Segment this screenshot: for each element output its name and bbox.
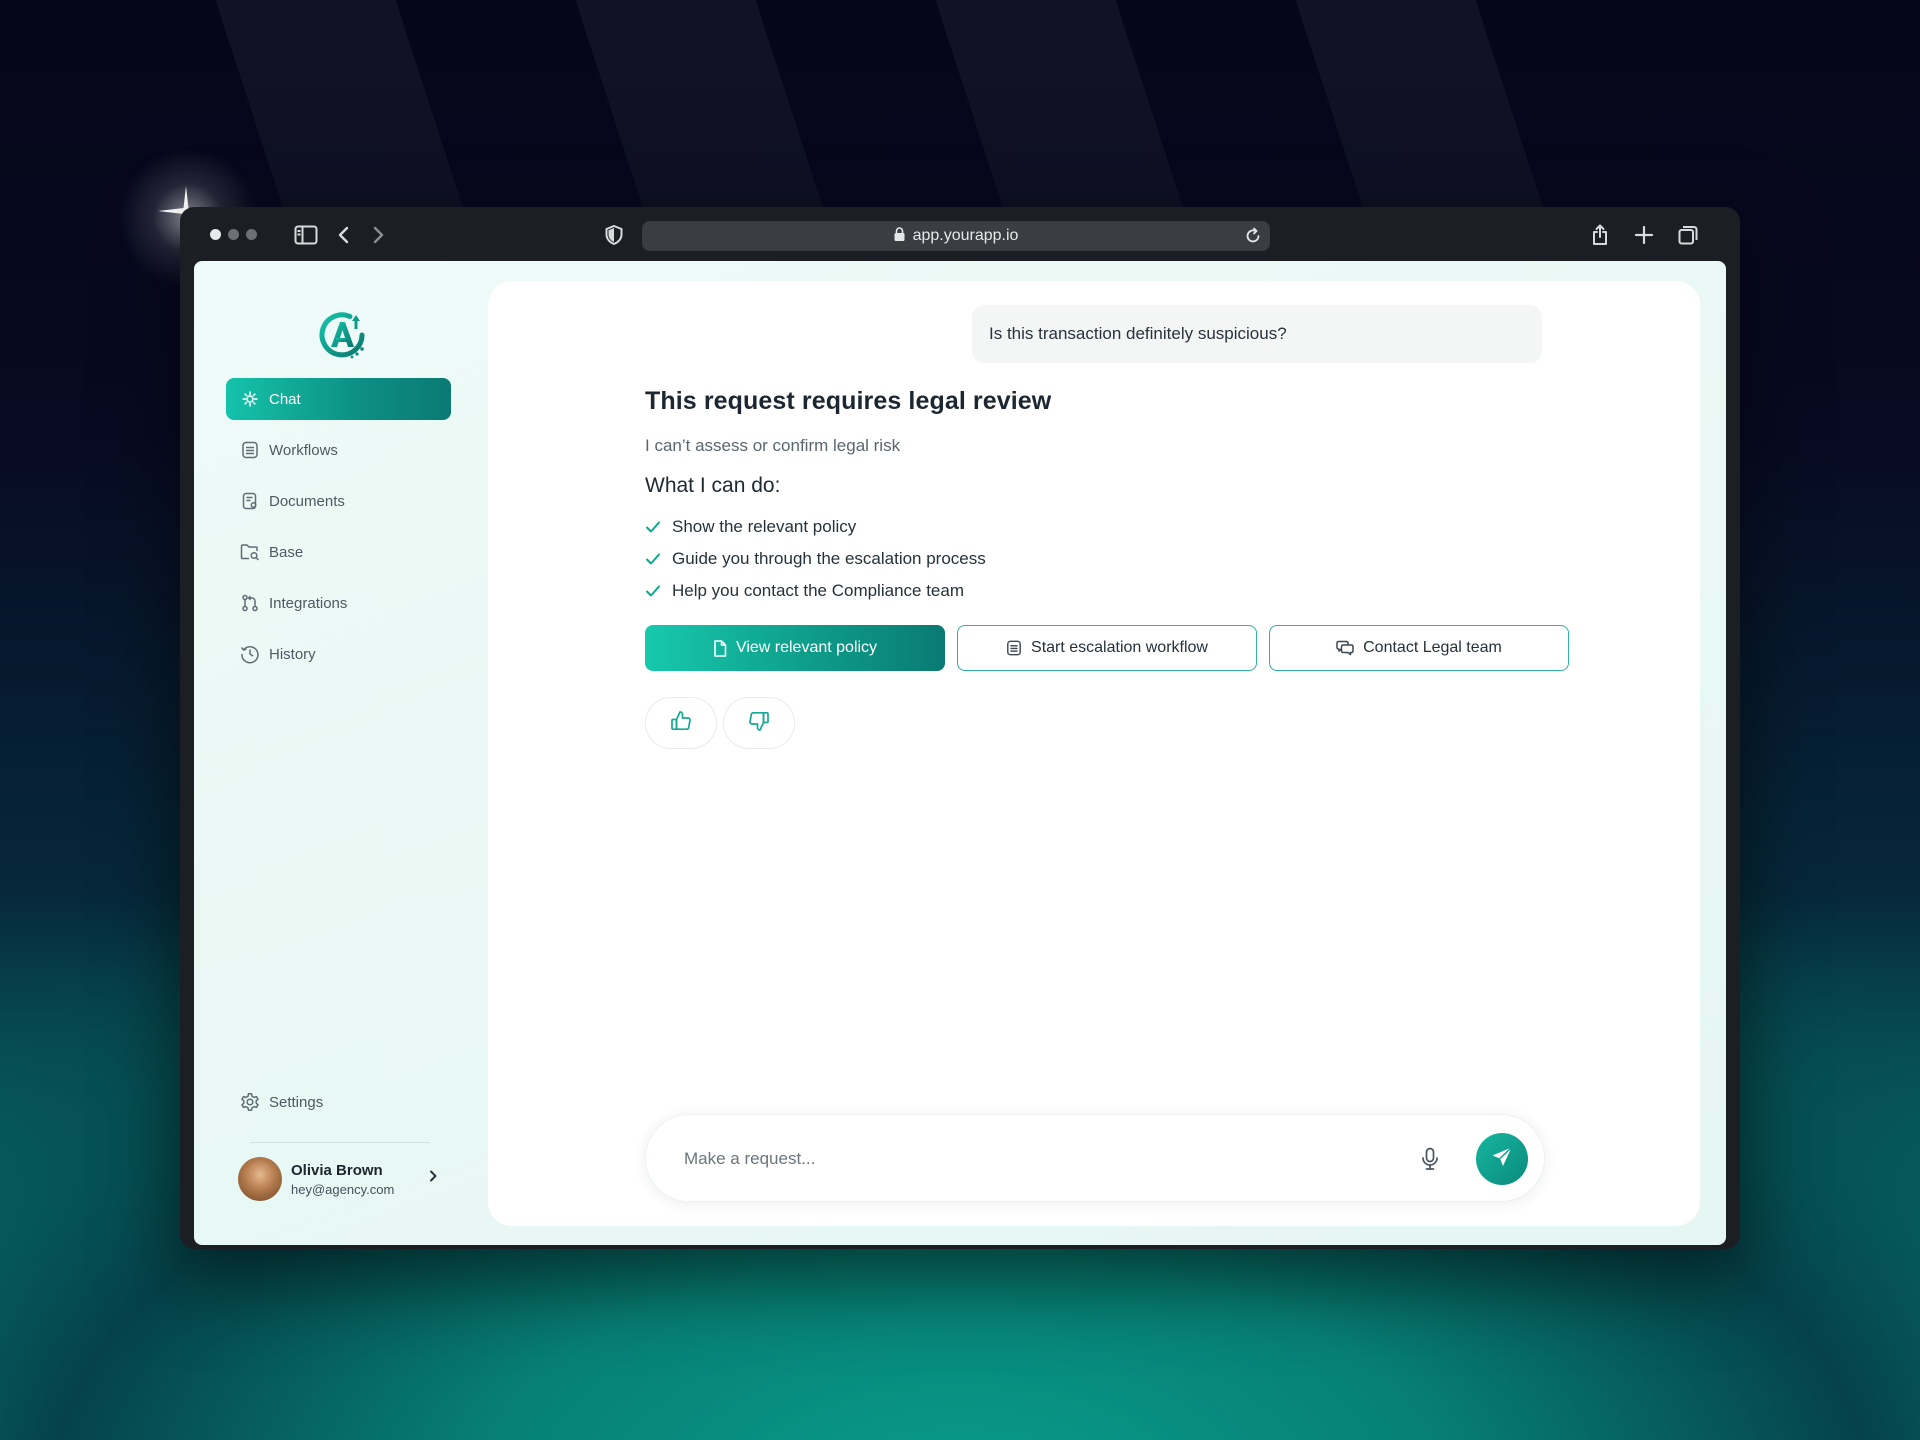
tab-overview-icon[interactable] xyxy=(1674,221,1702,249)
sidebar-item-label: History xyxy=(269,645,316,663)
sidebar-item-chat[interactable]: Chat xyxy=(226,378,451,420)
clock-icon xyxy=(240,644,260,664)
list-icon xyxy=(240,440,260,460)
settings-label: Settings xyxy=(269,1093,324,1111)
user-email: hey@agency.com xyxy=(291,1181,395,1197)
contact-legal-button[interactable]: Contact Legal team xyxy=(1269,625,1569,671)
chevron-right-icon[interactable] xyxy=(428,1169,438,1188)
list-item-text: Help you contact the Compliance team xyxy=(672,581,964,600)
list-icon xyxy=(1006,640,1022,656)
user-name: Olivia Brown xyxy=(291,1161,383,1179)
url-text: app.yourapp.io xyxy=(912,227,1019,244)
sidebar-item-documents[interactable]: Documents xyxy=(226,480,451,522)
sidebar: Chat Workflows Documents Base Integratio… xyxy=(194,261,484,1245)
response-title: This request requires legal review xyxy=(645,387,1052,415)
sparkle-chat-icon xyxy=(240,389,260,409)
lock-icon xyxy=(894,226,905,246)
zoom-window-dot[interactable] xyxy=(246,229,257,240)
user-message-bubble: Is this transaction definitely suspiciou… xyxy=(972,305,1542,363)
chat-bubbles-icon xyxy=(1336,640,1354,656)
thumbs-down-button[interactable] xyxy=(723,697,795,749)
user-info: Olivia Brown hey@agency.com xyxy=(291,1162,394,1197)
app-logo-icon xyxy=(319,312,365,359)
new-tab-plus-icon[interactable] xyxy=(1630,221,1658,249)
sidebar-item-settings[interactable]: Settings xyxy=(226,1081,451,1123)
share-icon[interactable] xyxy=(1586,221,1614,249)
start-escalation-label: Start escalation workflow xyxy=(1031,639,1208,656)
send-button[interactable] xyxy=(1476,1133,1528,1185)
response-subtitle: I can’t assess or confirm legal risk xyxy=(645,436,901,455)
sidebar-nav: Chat Workflows Documents Base Integratio… xyxy=(226,378,451,684)
gear-icon xyxy=(240,1092,260,1112)
microphone-icon[interactable] xyxy=(1416,1145,1444,1173)
browser-toolbar: app.yourapp.io xyxy=(180,207,1740,261)
sidebar-item-base[interactable]: Base xyxy=(226,531,451,573)
window-controls xyxy=(210,229,257,240)
sidebar-item-integrations[interactable]: Integrations xyxy=(226,582,451,624)
checkmark-icon xyxy=(645,550,663,568)
list-item: Show the relevant policy xyxy=(645,511,1051,543)
send-icon xyxy=(1490,1145,1514,1174)
thumbs-down-icon xyxy=(748,710,770,737)
document-icon xyxy=(713,639,727,657)
list-item: Guide you through the escalation process xyxy=(645,543,1051,575)
list-item-text: Guide you through the escalation process xyxy=(672,549,986,568)
reload-icon[interactable] xyxy=(1244,227,1262,250)
sidebar-item-history[interactable]: History xyxy=(226,633,451,675)
sidebar-item-label: Base xyxy=(269,543,304,561)
contact-legal-label: Contact Legal team xyxy=(1363,639,1502,656)
list-item: Help you contact the Compliance team xyxy=(645,575,1051,607)
action-buttons: View relevant policy Start escalation wo… xyxy=(645,625,1569,671)
back-arrow-icon[interactable] xyxy=(330,221,358,249)
app-viewport: Chat Workflows Documents Base Integratio… xyxy=(194,261,1726,1245)
browser-window: app.yourapp.io Chat Workflows Documents … xyxy=(180,207,1740,1249)
user-profile[interactable]: Olivia Brown hey@agency.com xyxy=(238,1154,438,1204)
settings-section: Settings xyxy=(226,1081,451,1132)
forward-arrow-icon[interactable] xyxy=(364,221,392,249)
git-branch-icon xyxy=(240,593,260,613)
capability-list: Show the relevant policy Guide you throu… xyxy=(645,511,1051,607)
chat-panel: Is this transaction definitely suspiciou… xyxy=(488,281,1700,1226)
view-policy-label: View relevant policy xyxy=(735,639,878,656)
checkmark-icon xyxy=(645,518,663,536)
sidebar-toggle-icon[interactable] xyxy=(292,221,320,249)
shield-icon[interactable] xyxy=(600,221,628,249)
document-icon xyxy=(240,491,260,511)
thumbs-up-icon xyxy=(670,710,692,737)
view-policy-button[interactable]: View relevant policy xyxy=(645,625,945,671)
sidebar-item-label: Documents xyxy=(269,492,345,510)
sidebar-item-label: Workflows xyxy=(269,441,338,459)
user-message-text: Is this transaction definitely suspiciou… xyxy=(989,324,1287,343)
address-bar[interactable]: app.yourapp.io xyxy=(642,221,1270,251)
sidebar-item-label: Integrations xyxy=(269,594,348,612)
message-composer xyxy=(645,1114,1545,1202)
sidebar-item-workflows[interactable]: Workflows xyxy=(226,429,451,471)
list-item-text: Show the relevant policy xyxy=(672,517,857,536)
folder-search-icon xyxy=(240,542,260,562)
thumbs-up-button[interactable] xyxy=(645,697,717,749)
sidebar-item-label: Chat xyxy=(269,390,301,408)
close-window-dot[interactable] xyxy=(210,229,221,240)
minimize-window-dot[interactable] xyxy=(228,229,239,240)
checkmark-icon xyxy=(645,582,663,600)
feedback-buttons xyxy=(645,697,795,749)
user-divider xyxy=(250,1142,430,1143)
assistant-response: This request requires legal review I can… xyxy=(645,387,1051,607)
response-heading: What I can do: xyxy=(645,474,781,497)
request-input[interactable] xyxy=(684,1143,1384,1175)
start-escalation-button[interactable]: Start escalation workflow xyxy=(957,625,1257,671)
avatar xyxy=(238,1157,282,1201)
